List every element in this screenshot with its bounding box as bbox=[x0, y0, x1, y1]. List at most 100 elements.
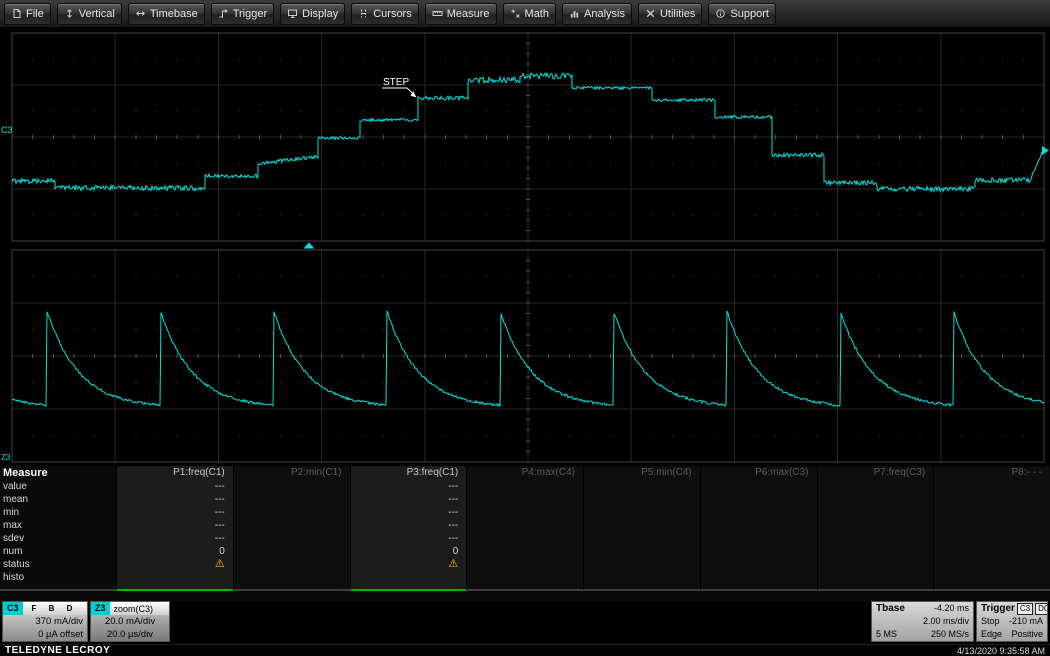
channel-indicator-c3[interactable]: C3 bbox=[1, 125, 13, 135]
measure-cell-max bbox=[584, 519, 700, 532]
trigger-descriptor-box[interactable]: Trigger C3 DC Stop -210 mA Edge Positive bbox=[976, 601, 1048, 642]
measure-cell-max: --- bbox=[117, 519, 233, 532]
zoom-z3-descriptor-box[interactable]: Z3 zoom(C3) 20.0 mA/div 20.0 µs/div bbox=[90, 601, 170, 642]
menu-button-display[interactable]: Display bbox=[280, 3, 345, 25]
measure-column-p8[interactable]: P8:- - - bbox=[933, 466, 1050, 591]
zoom-descriptor-header: Z3 zoom(C3) bbox=[91, 602, 169, 615]
measure-cell-status bbox=[234, 558, 350, 571]
descriptor-bar: C3 F B D 370 mA/div 0 µA offset Z3 zoom(… bbox=[0, 601, 1050, 644]
trigger-edge-icon bbox=[218, 8, 229, 19]
timebase-label: Tbase bbox=[876, 602, 905, 615]
measure-column-p7[interactable]: P7:freq(C3) bbox=[817, 466, 934, 591]
measure-cell-mean: --- bbox=[351, 493, 467, 506]
menu-button-support[interactable]: Support bbox=[708, 3, 776, 25]
measure-cell-min bbox=[467, 506, 583, 519]
zoom-trace-label[interactable]: Z3 bbox=[1, 453, 11, 462]
measure-column-p5[interactable]: P5:min(C4) bbox=[583, 466, 700, 591]
measure-cell-histo bbox=[818, 571, 934, 589]
measure-row-label-min: min bbox=[0, 506, 116, 519]
zoom-badge: Z3 bbox=[91, 602, 110, 615]
trigger-mode: Stop bbox=[981, 615, 1000, 628]
measure-column-header: P7:freq(C3) bbox=[818, 466, 934, 480]
menu-button-file[interactable]: File bbox=[4, 3, 51, 25]
channel-c3-descriptor-box[interactable]: C3 F B D 370 mA/div 0 µA offset bbox=[2, 601, 88, 642]
support-icon bbox=[715, 8, 726, 19]
menu-button-vertical[interactable]: Vertical bbox=[57, 3, 122, 25]
measure-cell-min: --- bbox=[117, 506, 233, 519]
measure-cell-sdev bbox=[818, 532, 934, 545]
measure-cell-status bbox=[701, 558, 817, 571]
timebase-scale: 2.00 ms/div bbox=[923, 615, 969, 628]
channel-badge: C3 bbox=[3, 602, 23, 615]
brand-logo: TELEDYNE LECROY bbox=[5, 645, 110, 656]
measure-cell-min bbox=[934, 506, 1050, 519]
channel-descriptor-header: C3 F B D bbox=[3, 602, 87, 615]
channel-offset-marker[interactable] bbox=[1042, 146, 1049, 155]
measure-cell-status bbox=[818, 558, 934, 571]
zoom-time-scale: 20.0 µs/div bbox=[91, 628, 169, 641]
measure-cell-num bbox=[234, 545, 350, 558]
measure-cell-max bbox=[818, 519, 934, 532]
vertical-arrows-icon bbox=[64, 8, 75, 19]
menu-button-measure[interactable]: Measure bbox=[425, 3, 497, 25]
menu-button-analysis[interactable]: Analysis bbox=[562, 3, 632, 25]
trigger-level: -210 mA bbox=[1009, 615, 1043, 628]
scope-grid-canvas[interactable]: C3 Z3 STEP bbox=[0, 28, 1050, 466]
measure-cell-mean bbox=[584, 493, 700, 506]
zoom-position-marker[interactable] bbox=[304, 243, 315, 249]
measure-cell-histo bbox=[234, 571, 350, 589]
datetime-display: 4/13/2020 9:35:58 AM bbox=[957, 646, 1045, 656]
measure-cell-min bbox=[584, 506, 700, 519]
measure-cell-num bbox=[701, 545, 817, 558]
menu-button-label: Vertical bbox=[79, 8, 115, 20]
measure-column-header: P1:freq(C1) bbox=[117, 466, 233, 480]
menu-button-label: Cursors bbox=[373, 8, 412, 20]
measure-cell-sdev bbox=[234, 532, 350, 545]
waveform-display[interactable]: C3 Z3 STEP bbox=[0, 28, 1050, 466]
timebase-memory: 5 MS bbox=[876, 628, 897, 641]
measure-column-p2[interactable]: P2:min(C1) bbox=[233, 466, 350, 591]
measure-row-label-sdev: sdev bbox=[0, 532, 116, 545]
channel-descriptor-body: 370 mA/div 0 µA offset bbox=[3, 615, 87, 641]
menu-button-math[interactable]: Math bbox=[503, 3, 556, 25]
measure-cell-num bbox=[818, 545, 934, 558]
measure-cell-num: 0 bbox=[351, 545, 467, 558]
measure-corner-label: Measure bbox=[0, 466, 116, 480]
channel-offset: 0 µA offset bbox=[3, 628, 83, 641]
menu-button-cursors[interactable]: Cursors bbox=[351, 3, 419, 25]
measure-cell-num: 0 bbox=[117, 545, 233, 558]
measure-column-p3[interactable]: P3:freq(C1)---------------0⚠ bbox=[350, 466, 467, 591]
math-icon bbox=[510, 8, 521, 19]
measure-cell-max bbox=[934, 519, 1050, 532]
status-footer: TELEDYNE LECROY 4/13/2020 9:35:58 AM bbox=[0, 644, 1050, 656]
menu-button-label: Trigger bbox=[233, 8, 267, 20]
zoom-function: zoom(C3) bbox=[114, 604, 154, 614]
measure-cell-mean bbox=[934, 493, 1050, 506]
menu-button-label: Display bbox=[302, 8, 338, 20]
measure-table: Measurevaluemeanminmaxsdevnumstatushisto… bbox=[0, 466, 1050, 601]
menu-button-trigger[interactable]: Trigger bbox=[211, 3, 274, 25]
measure-cell-sdev bbox=[701, 532, 817, 545]
measure-cell-sdev bbox=[467, 532, 583, 545]
measure-cell-max: --- bbox=[351, 519, 467, 532]
measure-cell-max bbox=[701, 519, 817, 532]
measure-cell-status bbox=[467, 558, 583, 571]
measure-cell-num bbox=[934, 545, 1050, 558]
timebase-descriptor-box[interactable]: Tbase -4.20 ms 2.00 ms/div 5 MS 250 MS/s bbox=[871, 601, 974, 642]
menu-button-timebase[interactable]: Timebase bbox=[128, 3, 205, 25]
trigger-coupling-chip: DC bbox=[1035, 603, 1048, 615]
measure-cell-histo bbox=[117, 571, 233, 589]
measure-cell-min bbox=[701, 506, 817, 519]
measure-cell-sdev: --- bbox=[117, 532, 233, 545]
utilities-icon bbox=[645, 8, 656, 19]
menu-button-utilities[interactable]: Utilities bbox=[638, 3, 702, 25]
measure-cell-histo bbox=[584, 571, 700, 589]
measure-row-labels: Measurevaluemeanminmaxsdevnumstatushisto bbox=[0, 466, 116, 591]
measure-row-label-num: num bbox=[0, 545, 116, 558]
measure-column-header: P3:freq(C1) bbox=[351, 466, 467, 480]
measure-column-p4[interactable]: P4:max(C4) bbox=[466, 466, 583, 591]
measure-column-p6[interactable]: P6:max(C3) bbox=[700, 466, 817, 591]
measure-cell-max bbox=[234, 519, 350, 532]
measure-column-p1[interactable]: P1:freq(C1)---------------0⚠ bbox=[116, 466, 233, 591]
measure-cell-value bbox=[934, 480, 1050, 493]
